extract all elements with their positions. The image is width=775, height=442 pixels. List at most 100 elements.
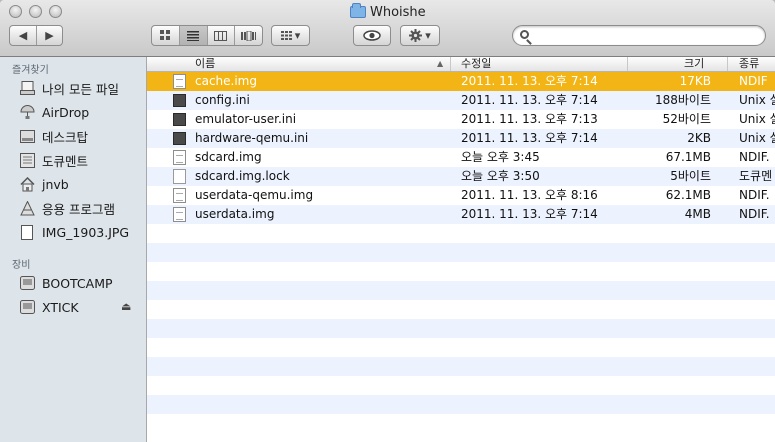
column-header-size[interactable]: 크기 bbox=[684, 57, 704, 71]
disk-icon bbox=[19, 276, 35, 291]
file-size: 52바이트 bbox=[662, 112, 711, 126]
sidebar-item-all-files[interactable]: 나의 모든 파일 bbox=[19, 78, 119, 98]
eject-icon[interactable]: ⏏ bbox=[121, 300, 131, 313]
file-name: hardware-qemu.ini bbox=[195, 131, 309, 145]
list-view-button[interactable] bbox=[179, 26, 207, 45]
file-kind: NDIF bbox=[739, 74, 768, 88]
disk-icon bbox=[19, 300, 35, 315]
file-icon bbox=[173, 132, 186, 145]
column-divider[interactable] bbox=[727, 57, 728, 71]
sidebar-item-desktop[interactable]: 데스크탑 bbox=[19, 126, 88, 146]
file-size: 188바이트 bbox=[654, 93, 711, 107]
action-button[interactable]: ▾ bbox=[400, 25, 440, 46]
sidebar-item-label: XTICK bbox=[42, 299, 79, 315]
file-icon bbox=[173, 150, 186, 165]
file-size: 62.1MB bbox=[665, 188, 711, 202]
empty-row bbox=[147, 357, 775, 376]
sidebar-item-img-1903[interactable]: IMG_1903.JPG bbox=[19, 222, 129, 242]
empty-row bbox=[147, 224, 775, 243]
chevron-left-icon: ◀ bbox=[18, 29, 28, 42]
file-date-modified: 2011. 11. 13. 오후 7:14 bbox=[461, 74, 598, 88]
sidebar-item-airdrop[interactable]: AirDrop bbox=[19, 102, 89, 122]
file-kind: NDIF. bbox=[739, 207, 770, 221]
table-row[interactable]: userdata-qemu.img 2011. 11. 13. 오후 8:16 62… bbox=[147, 186, 775, 205]
file-date-modified: 오늘 오후 3:45 bbox=[461, 150, 540, 164]
back-forward-control: ◀ ▶ bbox=[9, 25, 63, 46]
file-kind: NDIF. bbox=[739, 150, 770, 164]
window-title: Whoishe bbox=[350, 3, 426, 21]
view-mode-control bbox=[151, 25, 263, 46]
column-divider[interactable] bbox=[627, 57, 628, 71]
all-files-icon bbox=[19, 81, 35, 96]
sidebar-item-xtick[interactable]: XTICK bbox=[19, 297, 79, 317]
table-row[interactable]: userdata.img 2011. 11. 13. 오후 7:14 4MB NDIF… bbox=[147, 205, 775, 224]
toolbar: Whoishe ◀ ▶ ▾ ▾ bbox=[0, 0, 775, 57]
table-row[interactable]: hardware-qemu.ini 2011. 11. 13. 오후 7:14 2K… bbox=[147, 129, 775, 148]
close-window-button[interactable] bbox=[9, 5, 22, 18]
table-row[interactable]: emulator-user.ini 2011. 11. 13. 오후 7:13 52… bbox=[147, 110, 775, 129]
column-view-button[interactable] bbox=[206, 26, 234, 45]
devices-heading: 장비 bbox=[12, 260, 31, 271]
file-date-modified: 2011. 11. 13. 오후 7:14 bbox=[461, 93, 598, 107]
folder-icon bbox=[350, 3, 366, 18]
back-button[interactable]: ◀ bbox=[10, 26, 36, 45]
minimize-window-button[interactable] bbox=[29, 5, 42, 18]
column-header-name[interactable]: 이름 bbox=[195, 57, 215, 71]
file-list: 이름 ▲ 수정일 크기 종류 cache.img 2011. 11. 13. 오후… bbox=[147, 57, 775, 442]
file-date-modified: 오늘 오후 3:50 bbox=[461, 169, 540, 183]
column-divider[interactable] bbox=[450, 57, 451, 71]
airdrop-icon bbox=[19, 104, 35, 120]
sidebar-item-applications[interactable]: 응용 프로그램 bbox=[19, 198, 115, 218]
window-title-text: Whoishe bbox=[370, 4, 426, 20]
column-header-date[interactable]: 수정일 bbox=[461, 57, 491, 71]
arrange-button[interactable]: ▾ bbox=[271, 25, 310, 46]
sidebar-item-home[interactable]: jnvb bbox=[19, 174, 69, 194]
quick-look-button[interactable] bbox=[353, 25, 391, 46]
search-input[interactable] bbox=[535, 27, 761, 46]
documents-icon bbox=[19, 152, 35, 168]
sidebar-item-label: 데스크탑 bbox=[42, 129, 89, 145]
forward-button[interactable]: ▶ bbox=[35, 26, 62, 45]
file-name: emulator-user.ini bbox=[195, 112, 297, 126]
finder-window: Whoishe ◀ ▶ ▾ ▾ 즐겨찾기 나의 모든 파일 AirDrop 데스… bbox=[0, 0, 775, 442]
file-size: 17KB bbox=[679, 74, 711, 88]
file-size: 4MB bbox=[684, 207, 711, 221]
icon-view-button[interactable] bbox=[152, 26, 179, 45]
eye-icon bbox=[363, 30, 381, 41]
file-kind: 도큐멘 bbox=[739, 169, 773, 183]
coverflow-view-button[interactable] bbox=[233, 26, 262, 45]
file-date-modified: 2011. 11. 13. 오후 7:14 bbox=[461, 207, 598, 221]
table-row[interactable]: sdcard.img.lock 오늘 오후 3:50 5바이트 도큐멘 bbox=[147, 167, 775, 186]
sidebar-item-bootcamp[interactable]: BOOTCAMP bbox=[19, 273, 113, 293]
file-date-modified: 2011. 11. 13. 오후 7:13 bbox=[461, 112, 598, 126]
applications-icon bbox=[19, 200, 35, 216]
file-icon bbox=[173, 207, 186, 222]
file-kind: NDIF. bbox=[739, 188, 770, 202]
table-row[interactable]: config.ini 2011. 11. 13. 오후 7:14 188바이트 Uni… bbox=[147, 91, 775, 110]
sidebar-item-label: IMG_1903.JPG bbox=[42, 224, 130, 240]
column-header: 이름 ▲ 수정일 크기 종류 bbox=[147, 57, 775, 72]
file-icon bbox=[173, 188, 186, 203]
empty-row bbox=[147, 243, 775, 262]
gear-icon bbox=[409, 29, 423, 42]
sidebar-item-label: AirDrop bbox=[42, 104, 90, 120]
file-icon bbox=[173, 94, 186, 107]
empty-row bbox=[147, 376, 775, 395]
sidebar-item-label: 나의 모든 파일 bbox=[42, 81, 119, 97]
coverflow-icon bbox=[240, 30, 256, 41]
list-icon bbox=[187, 30, 200, 41]
file-name: config.ini bbox=[195, 93, 250, 107]
column-header-kind[interactable]: 종류 bbox=[739, 57, 759, 71]
file-icon bbox=[173, 74, 186, 89]
file-name: cache.img bbox=[195, 74, 257, 88]
table-row[interactable]: cache.img 2011. 11. 13. 오후 7:14 17KB NDIF bbox=[147, 72, 775, 91]
table-row[interactable]: sdcard.img 오늘 오후 3:45 67.1MB NDIF. bbox=[147, 148, 775, 167]
sort-ascending-icon: ▲ bbox=[437, 59, 444, 68]
chevron-down-icon: ▾ bbox=[294, 29, 301, 42]
sidebar-item-documents[interactable]: 도큐멘트 bbox=[19, 150, 88, 170]
file-name: sdcard.img bbox=[195, 150, 262, 164]
file-date-modified: 2011. 11. 13. 오후 8:16 bbox=[461, 188, 598, 202]
sidebar-item-label: 도큐멘트 bbox=[42, 153, 89, 169]
zoom-window-button[interactable] bbox=[49, 5, 62, 18]
search-field[interactable] bbox=[512, 25, 766, 46]
